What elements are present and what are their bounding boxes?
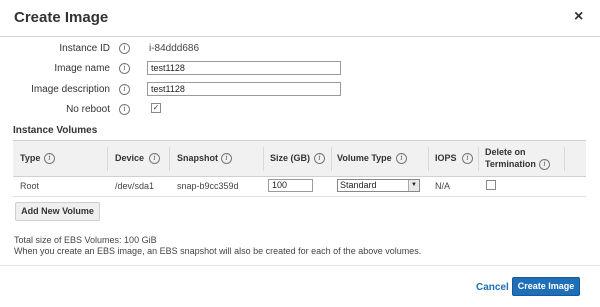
table-row: Root /dev/sda1 snap-b9cc359d 100 Standar… <box>13 176 586 197</box>
col-delete-on: Delete on <box>485 147 526 157</box>
size-input[interactable]: 100 <box>268 179 313 192</box>
column-divider <box>169 147 170 171</box>
volume-type-value: Standard <box>340 180 377 190</box>
col-iops: IOPS <box>435 153 457 163</box>
column-divider <box>428 147 429 171</box>
info-icon[interactable]: i <box>149 153 160 164</box>
no-reboot-checkbox[interactable]: ✓ <box>151 103 161 113</box>
dialog-title: Create Image <box>14 9 109 26</box>
col-volume-type: Volume Type <box>337 153 392 163</box>
cancel-button[interactable]: Cancel <box>476 282 509 293</box>
info-icon[interactable]: i <box>119 43 130 54</box>
table-header: Type i Device i Snapshot i Size (GB) i V… <box>13 140 586 177</box>
col-termination: Termination <box>485 159 536 169</box>
image-description-label: Image description <box>31 84 110 95</box>
col-snapshot: Snapshot <box>177 153 219 163</box>
instance-volumes-title: Instance Volumes <box>13 125 98 136</box>
close-icon[interactable]: × <box>574 9 583 25</box>
info-icon[interactable]: i <box>119 63 130 74</box>
add-new-volume-button[interactable]: Add New Volume <box>15 202 100 221</box>
column-divider <box>107 147 108 171</box>
row-device: /dev/sda1 <box>115 181 155 191</box>
create-image-dialog: Create Image × Instance ID i i-84ddd686 … <box>0 0 600 307</box>
delete-on-termination-checkbox[interactable] <box>486 180 496 190</box>
instance-id-label: Instance ID <box>59 43 110 54</box>
footer-divider <box>0 265 600 266</box>
col-size: Size (GB) <box>270 153 311 163</box>
create-image-button[interactable]: Create Image <box>512 277 580 296</box>
col-type: Type <box>20 153 41 163</box>
info-icon[interactable]: i <box>119 84 130 95</box>
volume-type-select[interactable]: Standard ▼ <box>337 179 420 192</box>
snapshot-note-text: When you create an EBS image, an EBS sna… <box>14 246 422 256</box>
info-icon[interactable]: i <box>396 153 407 164</box>
row-iops: N/A <box>435 181 451 191</box>
col-device: Device <box>115 153 145 163</box>
column-divider <box>564 147 565 171</box>
total-size-text: Total size of EBS Volumes: 100 GiB <box>14 235 157 245</box>
row-type: Root <box>20 181 40 191</box>
info-icon[interactable]: i <box>539 159 550 170</box>
image-name-input[interactable]: test1128 <box>147 61 341 75</box>
column-divider <box>331 147 332 171</box>
column-divider <box>478 147 479 171</box>
column-divider <box>263 147 264 171</box>
info-icon[interactable]: i <box>119 104 130 115</box>
row-snapshot: snap-b9cc359d <box>177 181 239 191</box>
chevron-down-icon: ▼ <box>408 180 419 191</box>
info-icon[interactable]: i <box>44 153 55 164</box>
instance-id-value: i-84ddd686 <box>149 43 200 54</box>
dialog-header: Create Image × <box>0 0 600 37</box>
volumes-table: Type i Device i Snapshot i Size (GB) i V… <box>13 140 586 197</box>
info-icon[interactable]: i <box>221 153 232 164</box>
image-description-input[interactable]: test1128 <box>147 82 341 96</box>
no-reboot-label: No reboot <box>66 104 110 115</box>
info-icon[interactable]: i <box>314 153 325 164</box>
info-icon[interactable]: i <box>462 153 473 164</box>
image-name-label: Image name <box>54 63 110 74</box>
